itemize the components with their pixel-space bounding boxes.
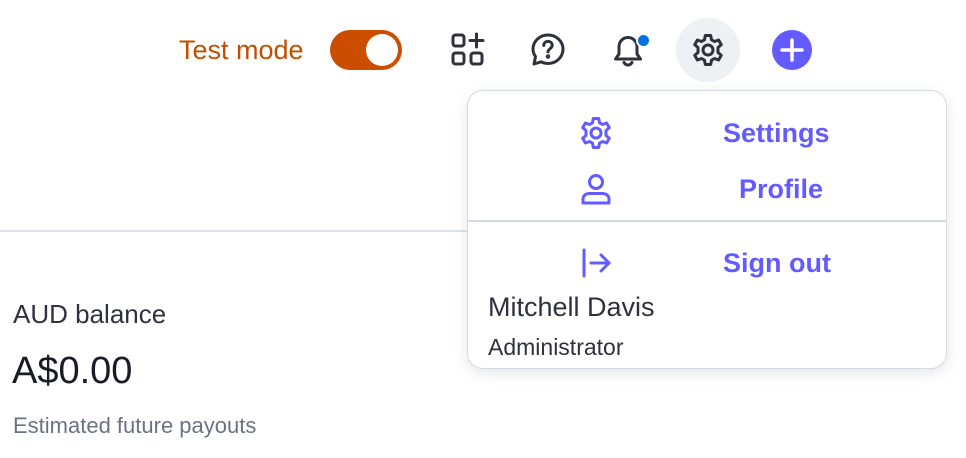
- menu-label-settings: Settings: [723, 118, 830, 148]
- user-name: Mitchell Davis: [488, 292, 655, 322]
- balance-subtitle: Estimated future payouts: [13, 413, 257, 438]
- notification-badge-dot: [636, 33, 651, 48]
- balance-amount: A$0.00: [12, 350, 133, 392]
- user-role: Administrator: [488, 334, 624, 360]
- menu-label-sign-out: Sign out: [723, 248, 831, 278]
- settings-button[interactable]: [676, 18, 740, 82]
- settings-dropdown-menu: Settings Profile Sign out Mitchell Davis…: [467, 90, 947, 369]
- content-divider: [0, 230, 470, 232]
- menu-item-sign-out[interactable]: Sign out: [468, 235, 946, 285]
- create-icon: [772, 30, 812, 70]
- menu-label-profile: Profile: [739, 174, 824, 204]
- settings-icon: [693, 34, 723, 66]
- menu-item-profile[interactable]: Profile: [468, 161, 946, 211]
- gear-icon: [581, 117, 611, 149]
- top-bar: Test mode: [0, 0, 966, 100]
- test-mode-toggle[interactable]: [330, 30, 402, 70]
- apps-add-icon: [451, 32, 485, 66]
- help-icon: [531, 33, 565, 66]
- person-icon: [581, 174, 611, 205]
- menu-item-settings[interactable]: Settings: [468, 105, 946, 155]
- sign-out-icon: [582, 248, 611, 278]
- menu-divider: [468, 220, 946, 222]
- toggle-knob: [366, 34, 398, 66]
- help-button[interactable]: [516, 18, 580, 82]
- balance-title: AUD balance: [13, 299, 167, 329]
- notifications-button[interactable]: [596, 18, 660, 82]
- test-mode-label: Test mode: [179, 35, 304, 65]
- create-button[interactable]: [760, 18, 824, 82]
- apps-button[interactable]: [436, 18, 500, 82]
